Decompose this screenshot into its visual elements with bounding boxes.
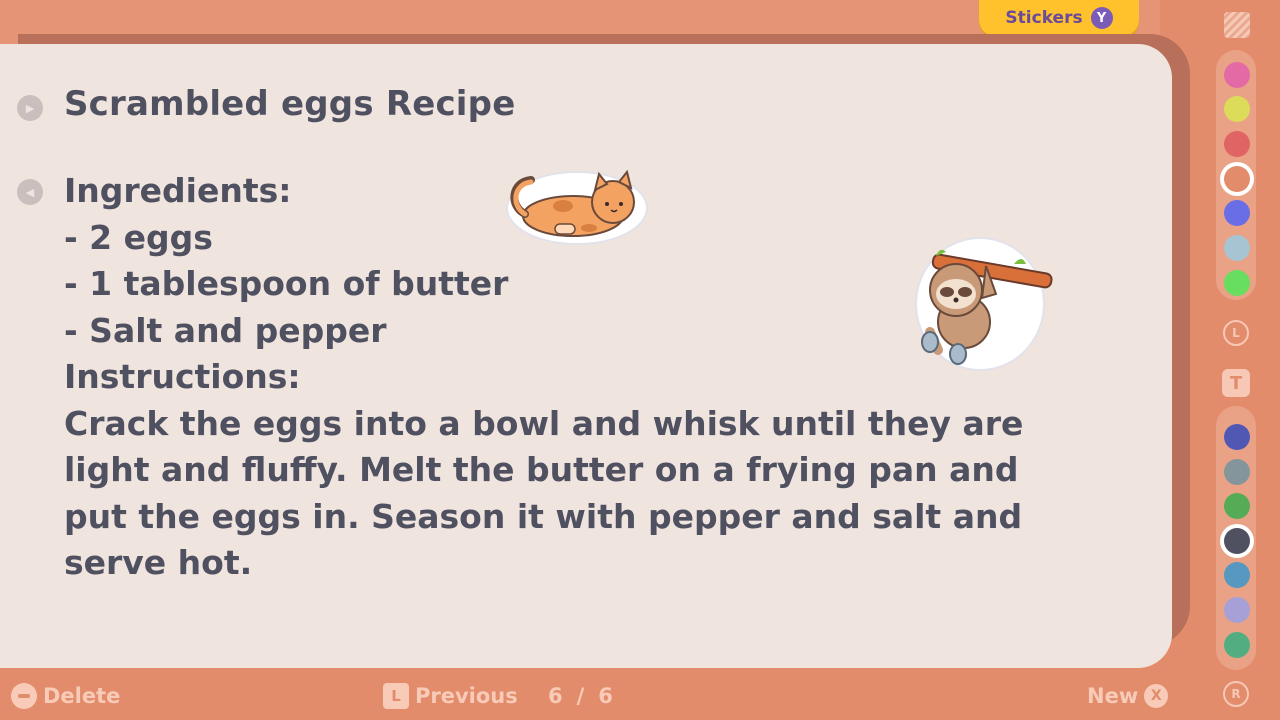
- stickers-tab[interactable]: Stickers Y: [979, 0, 1139, 36]
- sloth-sticker[interactable]: [912, 232, 1056, 374]
- cat-sticker[interactable]: [503, 166, 651, 246]
- color-swatch[interactable]: [1224, 562, 1250, 588]
- page-total: 6: [598, 684, 613, 708]
- l-button-icon[interactable]: L: [1223, 320, 1249, 346]
- page-current: 6: [548, 684, 563, 708]
- minus-icon: [11, 683, 37, 709]
- color-swatch[interactable]: [1224, 597, 1250, 623]
- play-marker-icon[interactable]: ▶: [17, 95, 43, 121]
- previous-button[interactable]: L Previous: [383, 680, 518, 712]
- delete-button[interactable]: Delete: [11, 680, 120, 712]
- color-swatch[interactable]: [1224, 200, 1250, 226]
- color-swatch[interactable]: [1224, 96, 1250, 122]
- color-swatch[interactable]: [1224, 528, 1250, 554]
- color-swatch[interactable]: [1224, 459, 1250, 485]
- color-swatch[interactable]: [1224, 235, 1250, 261]
- text-tool-icon[interactable]: T: [1222, 369, 1250, 397]
- color-swatch[interactable]: [1224, 166, 1250, 192]
- page-indicator: 6 / 6: [548, 680, 613, 712]
- x-button-icon: X: [1144, 684, 1169, 708]
- l-button-icon: L: [383, 683, 409, 709]
- r-button-icon[interactable]: R: [1223, 681, 1249, 707]
- y-button-icon: Y: [1090, 7, 1113, 29]
- pattern-icon[interactable]: [1224, 12, 1250, 38]
- stickers-label: Stickers: [1005, 8, 1083, 28]
- color-swatch[interactable]: [1224, 62, 1250, 88]
- previous-label: Previous: [415, 684, 518, 708]
- note-title[interactable]: Scrambled eggs Recipe: [64, 84, 515, 124]
- new-label: New: [1087, 684, 1139, 708]
- instructions-text: Crack the eggs into a bowl and whisk unt…: [64, 403, 1024, 583]
- color-swatch[interactable]: [1224, 424, 1250, 450]
- back-marker-icon[interactable]: ◀: [17, 179, 43, 205]
- color-swatch[interactable]: [1224, 493, 1250, 519]
- color-swatch[interactable]: [1224, 131, 1250, 157]
- page-separator: /: [576, 684, 585, 708]
- delete-label: Delete: [43, 684, 121, 708]
- color-swatch[interactable]: [1224, 270, 1250, 296]
- new-button[interactable]: New X: [1087, 680, 1169, 712]
- color-swatch[interactable]: [1224, 632, 1250, 658]
